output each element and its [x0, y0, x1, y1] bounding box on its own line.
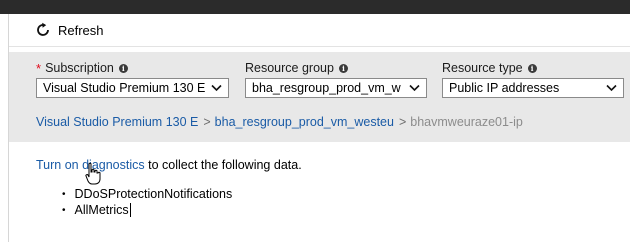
refresh-button[interactable]: Refresh [35, 22, 104, 38]
breadcrumb-resource-group-link[interactable]: bha_resgroup_prod_vm_westeu [215, 115, 394, 129]
subscription-label: * Subscription i [36, 60, 128, 76]
resource-type-label-text: Resource type [442, 61, 523, 75]
filter-panel: * Subscription i Visual Studio Premium 1… [9, 52, 630, 142]
resource-type-field: Resource type i [442, 60, 537, 76]
subscription-value: Visual Studio Premium 130 E [43, 81, 206, 95]
diagnostics-content: Turn on diagnostics to collect the follo… [36, 158, 302, 217]
chevron-down-icon [211, 84, 222, 92]
bullet: • [62, 188, 66, 200]
subscription-field: * Subscription i [36, 60, 128, 76]
hand-cursor-icon [85, 162, 101, 185]
refresh-label: Refresh [58, 22, 104, 38]
resource-group-value: bha_resgroup_prod_vm_w [252, 81, 401, 95]
breadcrumb-subscription-link[interactable]: Visual Studio Premium 130 E [36, 115, 198, 129]
resource-group-label: Resource group i [245, 60, 348, 76]
resource-type-dropdown[interactable]: Public IP addresses [442, 78, 624, 98]
top-bar [0, 0, 630, 14]
chevron-down-icon [606, 84, 617, 92]
metric-item-label: DDoSProtectionNotifications [74, 187, 233, 201]
command-bar: Refresh [9, 14, 630, 47]
info-icon[interactable]: i [118, 63, 128, 73]
breadcrumb-separator: > [203, 115, 211, 129]
resource-type-value: Public IP addresses [449, 81, 560, 95]
bullet: • [62, 204, 66, 216]
resource-group-dropdown[interactable]: bha_resgroup_prod_vm_w [245, 78, 427, 98]
info-icon[interactable]: i [338, 63, 348, 73]
diagnostics-message-text: to collect the following data. [144, 158, 302, 172]
metrics-list: • DDoSProtectionNotifications • AllMetri… [62, 186, 232, 218]
breadcrumb-current-resource: bhavmweuraze01-ip [410, 115, 523, 129]
refresh-icon [37, 22, 49, 36]
breadcrumb-separator: > [398, 115, 407, 129]
subscription-label-text: Subscription [45, 61, 114, 75]
info-icon[interactable]: i [527, 63, 537, 73]
required-marker: * [36, 60, 42, 76]
metric-item-label: AllMetrics [74, 203, 129, 217]
diagnostics-message: Turn on diagnostics to collect the follo… [36, 158, 302, 172]
resource-group-field: Resource group i [245, 60, 348, 76]
list-item: • AllMetrics [62, 202, 232, 218]
chevron-down-icon [409, 84, 420, 92]
subscription-dropdown[interactable]: Visual Studio Premium 130 E [36, 78, 229, 98]
list-item: • DDoSProtectionNotifications [62, 186, 232, 202]
breadcrumb: Visual Studio Premium 130 E > bha_resgro… [36, 115, 523, 129]
resource-type-label: Resource type i [442, 60, 537, 76]
text-caret [129, 203, 131, 217]
resource-group-label-text: Resource group [245, 61, 334, 75]
